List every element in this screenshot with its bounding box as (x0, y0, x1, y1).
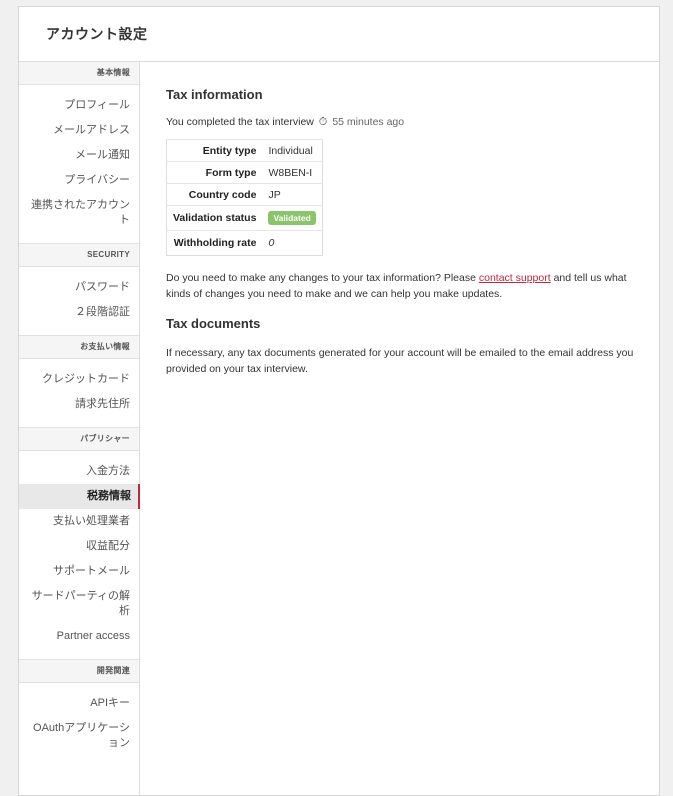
sidebar-item-credit-card[interactable]: クレジットカード (19, 367, 139, 392)
sidebar-item-email-notifications[interactable]: メール通知 (19, 143, 139, 168)
sidebar-section-publisher: パブリシャー (19, 427, 139, 451)
tax-documents-text: If necessary, any tax documents generate… (166, 347, 634, 375)
form-type-label: Form type (166, 161, 263, 184)
table-row: Validation status Validated (166, 205, 323, 231)
card-header: アカウント設定 (19, 7, 659, 62)
sidebar-item-billing-address[interactable]: 請求先住所 (19, 392, 139, 417)
stopwatch-icon: ⏱ (318, 116, 328, 128)
country-code-label: Country code (166, 183, 263, 206)
status-badge: Validated (268, 211, 316, 225)
sidebar-item-profile[interactable]: プロフィール (19, 93, 139, 118)
table-row: Form type W8BEN-I (166, 161, 323, 184)
tax-documents-title: Tax documents (166, 316, 261, 331)
entity-type-value: Individual (262, 139, 323, 162)
changes-text-before: Do you need to make any changes to your … (166, 272, 479, 284)
withholding-rate-value: 0 (262, 230, 323, 256)
sidebar-item-partner-access[interactable]: Partner access (19, 624, 139, 649)
interview-time-ago: 55 minutes ago (332, 116, 405, 128)
validation-status-cell: Validated (262, 205, 323, 231)
sidebar-section-payment: お支払い情報 (19, 335, 139, 359)
sidebar-item-email[interactable]: メールアドレス (19, 118, 139, 143)
table-row: Entity type Individual (166, 139, 323, 162)
sidebar-item-oauth-apps[interactable]: OAuthアプリケーション (19, 716, 139, 756)
sidebar-item-api-key[interactable]: APIキー (19, 691, 139, 716)
sidebar-section-developer: 開発関連 (19, 659, 139, 683)
tax-info-title: Tax information (166, 87, 263, 102)
form-type-value: W8BEN-I (262, 161, 323, 184)
entity-type-label: Entity type (166, 139, 263, 162)
sidebar: 基本情報 プロフィール メールアドレス メール通知 プライバシー 連携されたアカ… (19, 62, 140, 795)
sidebar-item-revenue-share[interactable]: 収益配分 (19, 534, 139, 559)
sidebar-section-security: SECURITY (19, 243, 139, 267)
main-content: Tax information You completed the tax in… (166, 62, 639, 377)
withholding-rate-label: Withholding rate (166, 230, 263, 256)
sidebar-item-linked-accounts[interactable]: 連携されたアカウント (19, 193, 139, 233)
table-row: Withholding rate 0 (166, 230, 323, 256)
validation-status-label: Validation status (166, 205, 263, 231)
contact-support-link[interactable]: contact support (479, 272, 551, 284)
table-row: Country code JP (166, 183, 323, 206)
country-code-value: JP (262, 183, 323, 206)
sidebar-item-two-factor[interactable]: ２段階認証 (19, 300, 139, 325)
sidebar-item-payment-processors[interactable]: 支払い処理業者 (19, 509, 139, 534)
sidebar-item-privacy[interactable]: プライバシー (19, 168, 139, 193)
interview-status-text: You completed the tax interview (166, 116, 314, 128)
page-title: アカウント設定 (46, 26, 148, 42)
changes-paragraph: Do you need to make any changes to your … (166, 270, 639, 302)
sidebar-item-payout-method[interactable]: 入金方法 (19, 459, 139, 484)
sidebar-item-third-party-analytics[interactable]: サードパーティの解析 (19, 584, 139, 624)
sidebar-item-password[interactable]: パスワード (19, 275, 139, 300)
sidebar-section-basic: 基本情報 (19, 62, 139, 85)
sidebar-item-tax-info[interactable]: 税務情報 (19, 484, 140, 509)
interview-status: You completed the tax interview ⏱ 55 min… (166, 116, 639, 129)
sidebar-item-support-email[interactable]: サポートメール (19, 559, 139, 584)
settings-card: アカウント設定 基本情報 プロフィール メールアドレス メール通知 プライバシー… (18, 6, 660, 796)
tax-info-table: Entity type Individual Form type W8BEN-I… (166, 139, 324, 256)
